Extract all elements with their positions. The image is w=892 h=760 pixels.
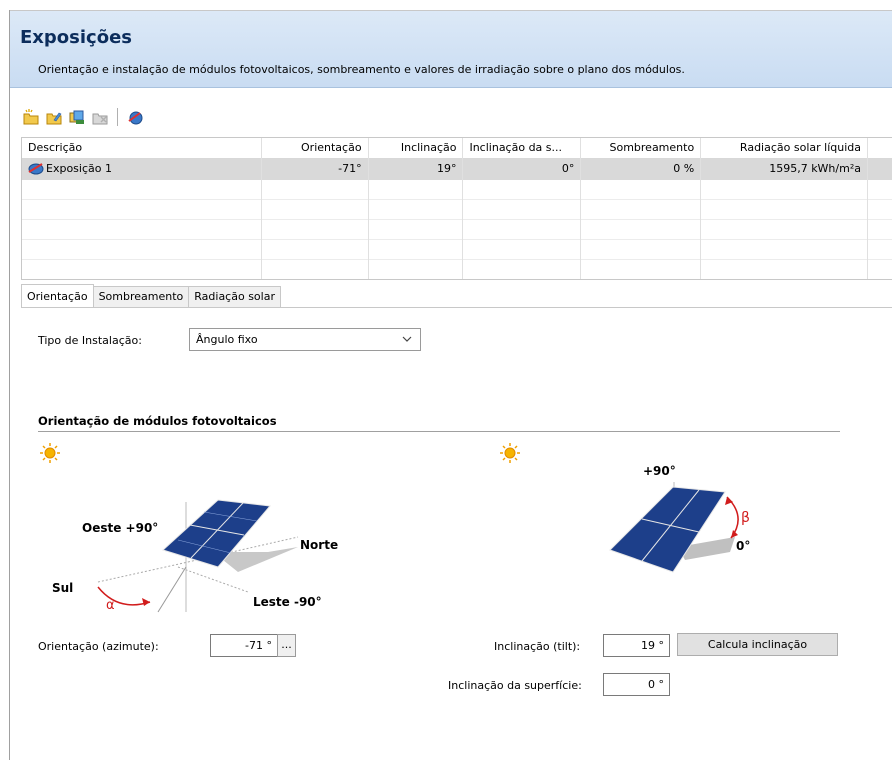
section-divider bbox=[38, 431, 840, 432]
surface-tilt-input[interactable]: 0 ° bbox=[603, 673, 670, 696]
installation-type-value: Ângulo fixo bbox=[196, 333, 258, 346]
row-surface-tilt: 0° bbox=[463, 159, 582, 180]
page-title: Exposições bbox=[20, 27, 132, 48]
empty-row bbox=[22, 240, 892, 260]
row-description-cell[interactable]: Exposição 1 bbox=[22, 159, 262, 180]
column-net-radiation[interactable]: Radiação solar líquida bbox=[701, 138, 868, 159]
orientation-icon[interactable] bbox=[126, 108, 144, 126]
label-north: Norte bbox=[300, 538, 338, 552]
copy-icon[interactable] bbox=[68, 108, 86, 126]
column-orientation[interactable]: Orientação bbox=[262, 138, 369, 159]
column-description[interactable]: Descrição bbox=[22, 138, 262, 159]
toolbar-separator bbox=[117, 108, 118, 126]
row-shading: 0 % bbox=[581, 159, 702, 180]
azimuth-input[interactable]: -71 ° bbox=[210, 634, 278, 657]
label-zero: 0° bbox=[736, 539, 750, 553]
tab-strip: Orientação Sombreamento Radiação solar bbox=[21, 284, 281, 308]
column-shading[interactable]: Sombreamento bbox=[581, 138, 702, 159]
tab-solar-radiation[interactable]: Radiação solar bbox=[188, 286, 281, 307]
label-beta: β bbox=[741, 510, 750, 526]
installation-type-select[interactable]: Ângulo fixo bbox=[189, 328, 421, 351]
toolbar bbox=[22, 106, 144, 128]
tilt-label: Inclinação (tilt): bbox=[494, 640, 581, 653]
surface-tilt-label: Inclinação da superfície: bbox=[448, 679, 582, 692]
row-description: Exposição 1 bbox=[46, 162, 112, 175]
label-south: Sul bbox=[52, 581, 73, 595]
tab-orientation[interactable]: Orientação bbox=[21, 284, 94, 307]
delete-icon[interactable] bbox=[91, 108, 109, 126]
azimuth-browse-button[interactable]: ... bbox=[277, 634, 296, 657]
label-alpha: α bbox=[106, 598, 115, 613]
row-orientation: -71° bbox=[262, 159, 369, 180]
azimuth-diagram: Oeste +90° Norte Sul Leste -90° α bbox=[40, 443, 338, 613]
label-plus-90: +90° bbox=[643, 464, 676, 478]
new-folder-icon[interactable] bbox=[22, 108, 40, 126]
installation-type-label: Tipo de Instalação: bbox=[38, 334, 142, 347]
tab-shading[interactable]: Sombreamento bbox=[92, 286, 190, 307]
table-row[interactable]: Exposição 1 -71° 19° 0° 0 % 1595,7 kWh/m… bbox=[22, 159, 892, 180]
azimuth-label: Orientação (azimute): bbox=[38, 640, 159, 653]
label-east: Leste -90° bbox=[253, 595, 322, 609]
column-filler bbox=[868, 138, 892, 159]
calculate-tilt-button[interactable]: Calcula inclinação bbox=[677, 633, 838, 656]
column-tilt[interactable]: Inclinação bbox=[369, 138, 464, 159]
chevron-down-icon bbox=[402, 329, 412, 357]
header-banner: Exposições Orientação e instalação de mó… bbox=[10, 11, 892, 88]
row-tilt: 19° bbox=[369, 159, 464, 180]
sun-icon bbox=[40, 443, 60, 463]
row-net-radiation: 1595,7 kWh/m²a bbox=[701, 159, 868, 180]
empty-row bbox=[22, 180, 892, 200]
edit-folder-icon[interactable] bbox=[45, 108, 63, 126]
exposure-icon bbox=[28, 161, 44, 180]
empty-row bbox=[22, 200, 892, 220]
tilt-input[interactable]: 19 ° bbox=[603, 634, 670, 657]
page-subtitle: Orientação e instalação de módulos fotov… bbox=[38, 63, 685, 76]
label-west: Oeste +90° bbox=[82, 521, 158, 535]
sun-icon bbox=[500, 443, 520, 463]
section-title: Orientação de módulos fotovoltaicos bbox=[38, 414, 277, 428]
tilt-diagram: +90° 0° β bbox=[500, 443, 750, 573]
empty-row bbox=[22, 260, 892, 279]
column-surface-tilt[interactable]: Inclinação da s... bbox=[463, 138, 582, 159]
exposures-table: Descrição Orientação Inclinação Inclinaç… bbox=[21, 137, 892, 280]
table-header: Descrição Orientação Inclinação Inclinaç… bbox=[22, 138, 892, 159]
empty-row bbox=[22, 220, 892, 240]
window-left-border bbox=[9, 10, 10, 760]
